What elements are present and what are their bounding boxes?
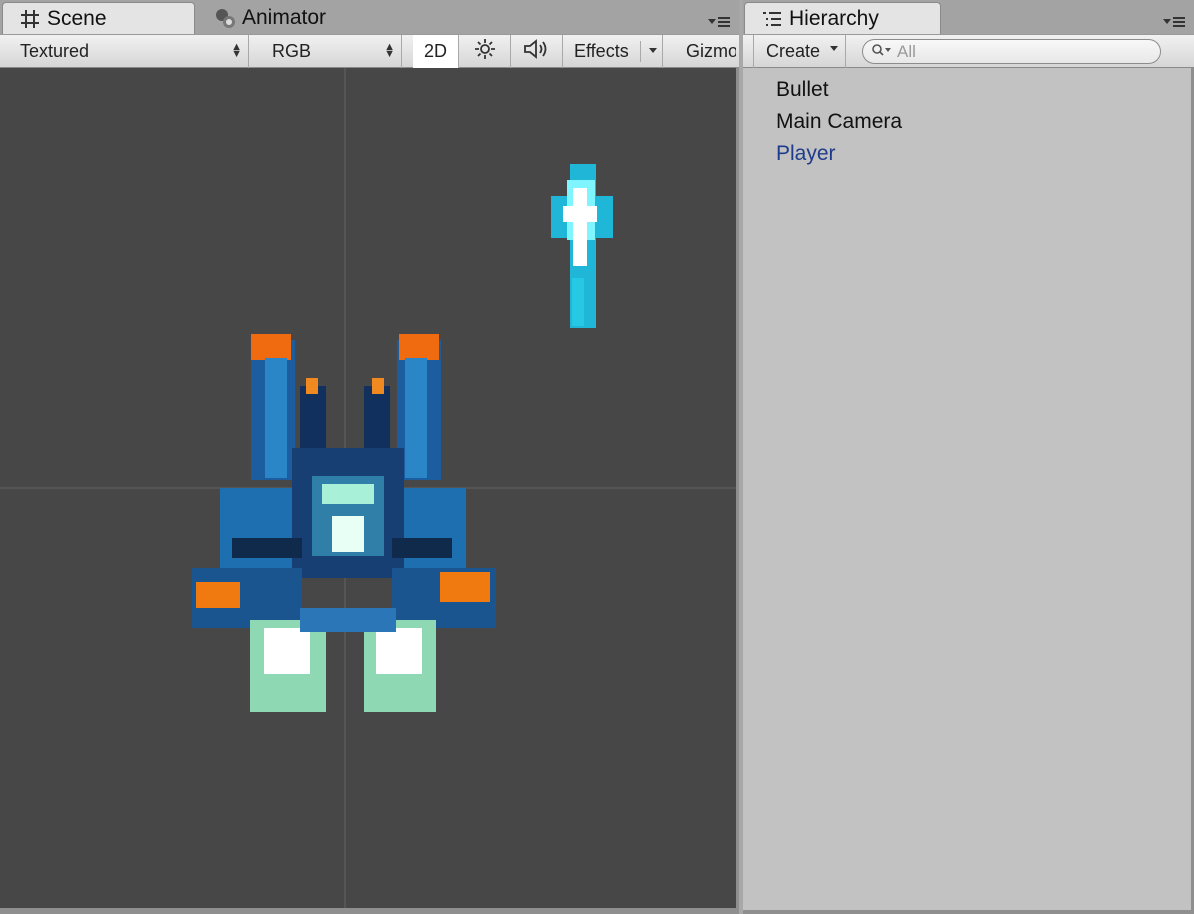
hierarchy-toolbar: Create [743, 34, 1194, 68]
hierarchy-icon [761, 8, 783, 30]
tab-hierarchy-label: Hierarchy [789, 6, 879, 30]
list-item-player[interactable]: Player [776, 142, 836, 166]
tab-animator[interactable]: Animator [198, 2, 398, 34]
gizmos-dropdown[interactable]: Gizmos [674, 35, 736, 68]
effects-dropdown[interactable]: Effects [563, 35, 663, 68]
updown-arrows-icon: ▲ ▼ [231, 41, 242, 60]
tab-animator-label: Animator [242, 6, 327, 29]
scene-canvas [0, 68, 736, 908]
animator-icon [214, 7, 236, 29]
list-item-bullet[interactable]: Bullet [776, 78, 829, 102]
tab-scene[interactable]: Scene [2, 2, 195, 34]
scene-toolbar: Textured ▲▼ RGB ▲▼ 2D Effects Gizmos [0, 34, 739, 68]
effects-label: Effects [574, 41, 629, 61]
shading-mode-dropdown[interactable]: Textured ▲ ▼ [0, 35, 249, 68]
sun-icon [474, 38, 496, 65]
list-item-main-camera[interactable]: Main Camera [776, 110, 902, 134]
audio-toggle-button[interactable] [511, 35, 563, 68]
search-input[interactable] [897, 41, 1157, 62]
create-dropdown[interactable]: Create [753, 35, 846, 68]
updown-arrows-icon: ▲ ▼ [384, 41, 395, 60]
hierarchy-tab-bar: Hierarchy [743, 0, 1194, 34]
gizmos-label: Gizmos [686, 41, 736, 61]
player-sprite[interactable] [192, 334, 496, 712]
divider [640, 41, 641, 62]
panel-menu-icon[interactable] [1162, 14, 1186, 30]
chevron-down-icon [649, 48, 657, 53]
grid-icon [19, 8, 41, 30]
tab-scene-label: Scene [47, 6, 107, 30]
scene-panel: Scene Animator Textured ▲ ▼ RGB ▲ ▼ 2D E… [0, 0, 739, 914]
shading-mode-label: Textured [20, 41, 90, 61]
tab-hierarchy[interactable]: Hierarchy [744, 2, 941, 34]
speaker-icon [523, 38, 551, 65]
hierarchy-search[interactable] [862, 39, 1161, 64]
lighting-toggle-button[interactable] [459, 35, 511, 68]
bullet-sprite[interactable] [551, 164, 613, 328]
search-icon [871, 42, 895, 62]
render-mode-label: RGB [272, 41, 312, 61]
render-mode-dropdown[interactable]: RGB ▲ ▼ [260, 35, 402, 68]
panel-menu-icon[interactable] [707, 14, 731, 30]
create-label: Create [766, 41, 821, 61]
hierarchy-panel: Hierarchy Create Bullet Main Camera Play… [743, 0, 1194, 914]
scene-viewport[interactable] [0, 68, 736, 908]
2d-toggle-button[interactable]: 2D [413, 35, 459, 68]
2d-label: 2D [423, 41, 447, 61]
scene-tab-bar: Scene Animator [0, 0, 739, 34]
hierarchy-list: Bullet Main Camera Player [743, 68, 1191, 910]
chevron-down-icon [830, 46, 838, 51]
